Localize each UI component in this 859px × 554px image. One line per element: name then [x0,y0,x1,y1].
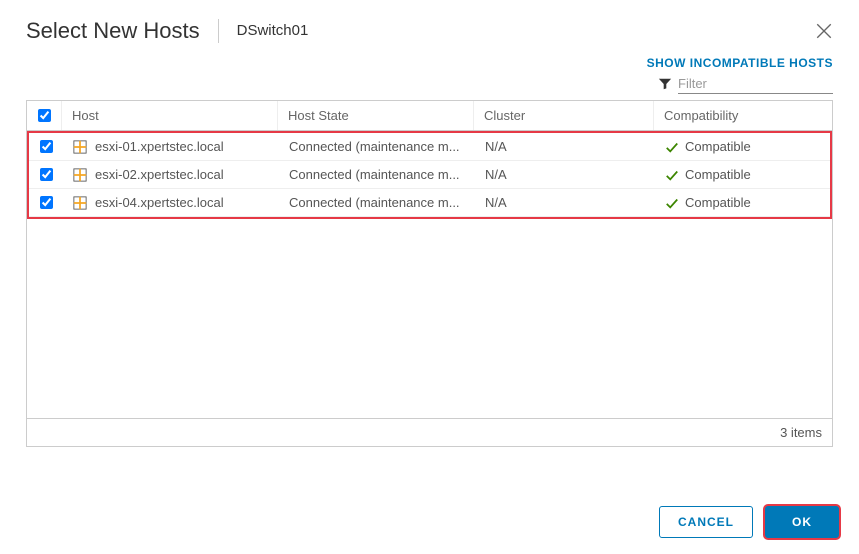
host-state: Connected (maintenance m... [289,195,460,210]
table-footer: 3 items [26,418,833,447]
table-header: Host Host State Cluster Compatibility [27,101,832,131]
filter-icon [658,77,672,91]
table-row[interactable]: esxi-02.xpertstec.local Connected (maint… [29,161,830,189]
row-checkbox[interactable] [40,168,53,181]
host-icon [73,168,87,182]
host-name: esxi-01.xpertstec.local [95,139,224,154]
show-incompatible-link[interactable]: SHOW INCOMPATIBLE HOSTS [647,56,833,70]
dialog-actions: CANCEL OK [659,506,839,538]
table-body: esxi-01.xpertstec.local Connected (maint… [27,131,832,418]
host-cluster: N/A [485,139,507,154]
column-host[interactable]: Host [61,101,277,130]
row-checkbox[interactable] [40,196,53,209]
host-name: esxi-02.xpertstec.local [95,167,224,182]
check-icon [665,140,679,154]
host-state: Connected (maintenance m... [289,139,460,154]
cancel-button[interactable]: CANCEL [659,506,753,538]
select-new-hosts-dialog: Select New Hosts DSwitch01 SHOW INCOMPAT… [0,0,859,447]
table-row[interactable]: esxi-01.xpertstec.local Connected (maint… [29,133,830,161]
host-icon [73,196,87,210]
filter-row [0,74,859,100]
host-compat: Compatible [685,195,751,210]
host-cluster: N/A [485,167,507,182]
row-checkbox[interactable] [40,140,53,153]
host-icon [73,140,87,154]
close-icon[interactable] [815,22,833,40]
table-rows-highlight: esxi-01.xpertstec.local Connected (maint… [27,133,832,219]
dialog-header: Select New Hosts DSwitch01 [0,0,859,56]
select-all-checkbox[interactable] [38,109,51,122]
table-row[interactable]: esxi-04.xpertstec.local Connected (maint… [29,189,830,217]
ok-button[interactable]: OK [765,506,839,538]
host-compat: Compatible [685,139,751,154]
controls-row: SHOW INCOMPATIBLE HOSTS [0,56,859,74]
column-compatibility[interactable]: Compatibility [653,101,832,130]
host-name: esxi-04.xpertstec.local [95,195,224,210]
host-cluster: N/A [485,195,507,210]
column-cluster[interactable]: Cluster [473,101,653,130]
header-select-all[interactable] [27,101,61,130]
column-host-state[interactable]: Host State [277,101,473,130]
check-icon [665,168,679,182]
dialog-title: Select New Hosts [26,18,218,44]
hosts-table: Host Host State Cluster Compatibility [26,100,833,418]
item-count: 3 items [780,425,822,440]
host-compat: Compatible [685,167,751,182]
filter-input[interactable] [678,74,833,94]
dialog-subtitle: DSwitch01 [218,19,309,43]
host-state: Connected (maintenance m... [289,167,460,182]
check-icon [665,196,679,210]
